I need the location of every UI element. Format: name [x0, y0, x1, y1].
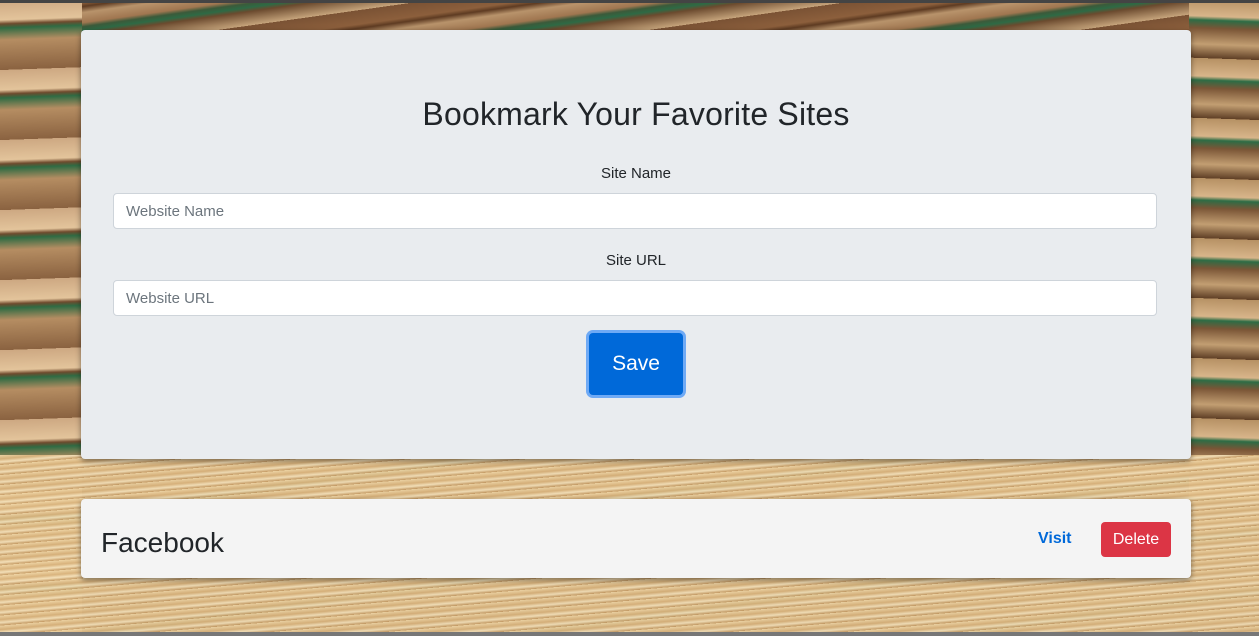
site-url-input[interactable]	[113, 280, 1157, 316]
bookmark-name: Facebook	[101, 527, 224, 558]
window-top-border	[0, 0, 1259, 3]
background-books-right	[1189, 0, 1259, 500]
save-button[interactable]: Save	[589, 333, 683, 395]
bookmark-form-card: Bookmark Your Favorite Sites Site Name S…	[81, 30, 1191, 459]
page-title: Bookmark Your Favorite Sites	[422, 96, 850, 132]
site-name-label: Site Name	[600, 165, 672, 182]
site-url-label: Site URL	[605, 252, 667, 269]
visit-link[interactable]: Visit	[1038, 530, 1072, 548]
site-name-input[interactable]	[113, 193, 1157, 229]
window-bottom-border	[0, 632, 1259, 636]
bookmark-item: Facebook Visit Delete	[81, 499, 1191, 578]
delete-button[interactable]: Delete	[1101, 522, 1171, 557]
